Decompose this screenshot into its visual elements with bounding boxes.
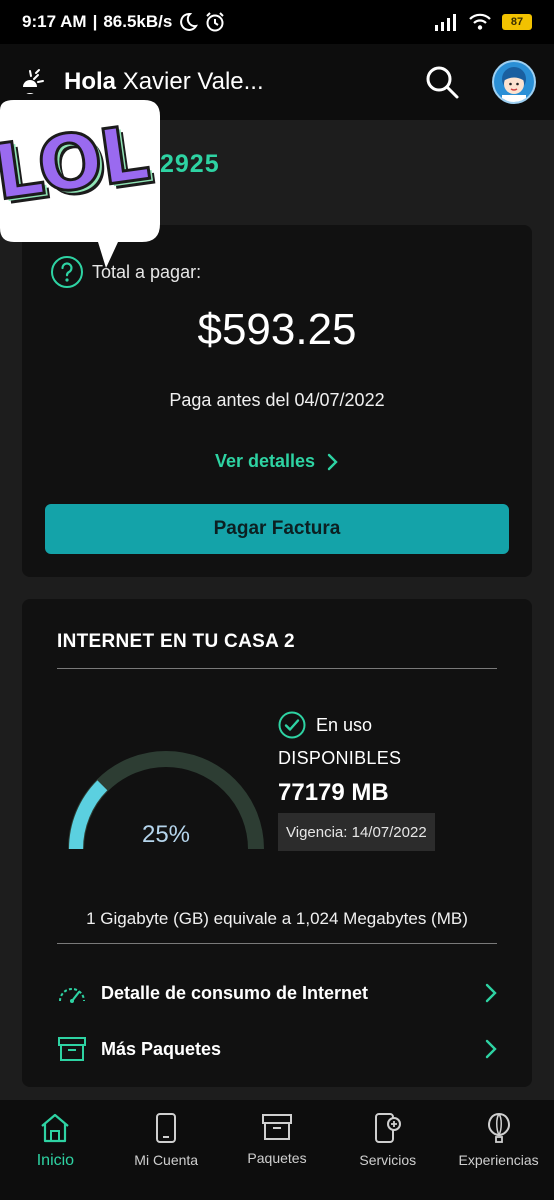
consumption-detail-label: Detalle de consumo de Internet bbox=[101, 982, 369, 1003]
brand-logo-icon bbox=[22, 69, 44, 94]
nav-experiencias-label: Experiencias bbox=[458, 1152, 539, 1168]
nav-servicios[interactable]: Servicios bbox=[332, 1100, 443, 1200]
nav-paquetes-label: Paquetes bbox=[247, 1150, 307, 1166]
chevron-right-icon bbox=[327, 453, 338, 470]
phone-plus-icon bbox=[374, 1113, 401, 1143]
chevron-right-icon bbox=[485, 1039, 497, 1059]
greeting-name: Xavier Vale... bbox=[122, 68, 264, 95]
nav-paquetes[interactable]: Paquetes bbox=[222, 1100, 333, 1200]
nav-experiencias[interactable]: Experiencias bbox=[443, 1100, 554, 1200]
validity-badge: Vigencia: 14/07/2022 bbox=[278, 813, 435, 851]
consumption-detail-item[interactable]: Detalle de consumo de Internet bbox=[57, 973, 497, 1013]
battery-icon: 87 bbox=[502, 14, 532, 30]
internet-title: INTERNET EN TU CASA 2 bbox=[57, 631, 295, 652]
search-icon[interactable] bbox=[424, 64, 460, 100]
nav-inicio[interactable]: Inicio bbox=[0, 1100, 111, 1200]
more-packages-item[interactable]: Más Paquetes bbox=[57, 1029, 497, 1069]
nav-inicio-label: Inicio bbox=[36, 1152, 75, 1169]
nav-mi-cuenta[interactable]: Mi Cuenta bbox=[111, 1100, 222, 1200]
due-date: Paga antes del 04/07/2022 bbox=[169, 390, 385, 410]
available-label: DISPONIBLES bbox=[278, 748, 402, 768]
status-speed: 86.5kB/s bbox=[103, 12, 173, 31]
greeting-hola: Hola bbox=[64, 68, 117, 95]
title-divider bbox=[57, 668, 497, 669]
view-details-link[interactable]: Ver detalles bbox=[22, 451, 532, 472]
status-separator: | bbox=[92, 12, 98, 31]
bill-amount: $593.25 bbox=[197, 305, 357, 354]
status-time: 9:17 AM bbox=[22, 12, 87, 31]
equivalence-divider bbox=[57, 943, 497, 944]
greeting: Hola Xavier Vale... bbox=[64, 68, 424, 96]
header-actions bbox=[424, 60, 536, 104]
battery-level: 87 bbox=[510, 16, 524, 28]
usage-percent: 25% bbox=[141, 821, 191, 848]
unit-equivalence: 1 Gigabyte (GB) equivale a 1,024 Megabyt… bbox=[86, 909, 468, 928]
wifi-icon bbox=[469, 13, 491, 30]
more-packages-label: Más Paquetes bbox=[101, 1038, 222, 1059]
home-icon bbox=[41, 1113, 70, 1143]
internet-card: INTERNET EN TU CASA 2 25% En uso DISPONI… bbox=[22, 599, 532, 1087]
pay-bill-button[interactable]: Pagar Factura bbox=[45, 504, 509, 554]
available-value: 77179 MB bbox=[278, 779, 389, 806]
moon-icon bbox=[180, 12, 199, 31]
alarm-icon bbox=[206, 12, 225, 32]
box-icon bbox=[261, 1114, 292, 1140]
nav-servicios-label: Servicios bbox=[359, 1152, 417, 1168]
balloon-icon bbox=[487, 1112, 510, 1143]
speedometer-icon bbox=[59, 988, 85, 1003]
status-left: 9:17 AM | 86.5kB/s bbox=[22, 11, 226, 33]
bottom-nav: Inicio Mi Cuenta Paquetes Servicios Expe… bbox=[0, 1100, 554, 1200]
status-label: En uso bbox=[316, 714, 373, 735]
view-details-label: Ver detalles bbox=[214, 451, 316, 471]
phone-icon bbox=[156, 1113, 177, 1143]
avatar-face-icon bbox=[502, 67, 526, 102]
avatar[interactable] bbox=[492, 60, 536, 104]
check-circle-icon bbox=[278, 711, 306, 739]
chevron-right-icon bbox=[485, 983, 497, 1003]
status-right: 87 bbox=[434, 13, 532, 31]
status-bar: 9:17 AM | 86.5kB/s 87 bbox=[0, 0, 554, 44]
lol-sticker: LOL bbox=[0, 96, 170, 280]
status-in-use: En uso bbox=[278, 711, 372, 739]
box-icon bbox=[58, 1037, 86, 1061]
signal-icon bbox=[435, 14, 456, 31]
nav-mi-cuenta-label: Mi Cuenta bbox=[134, 1152, 199, 1168]
